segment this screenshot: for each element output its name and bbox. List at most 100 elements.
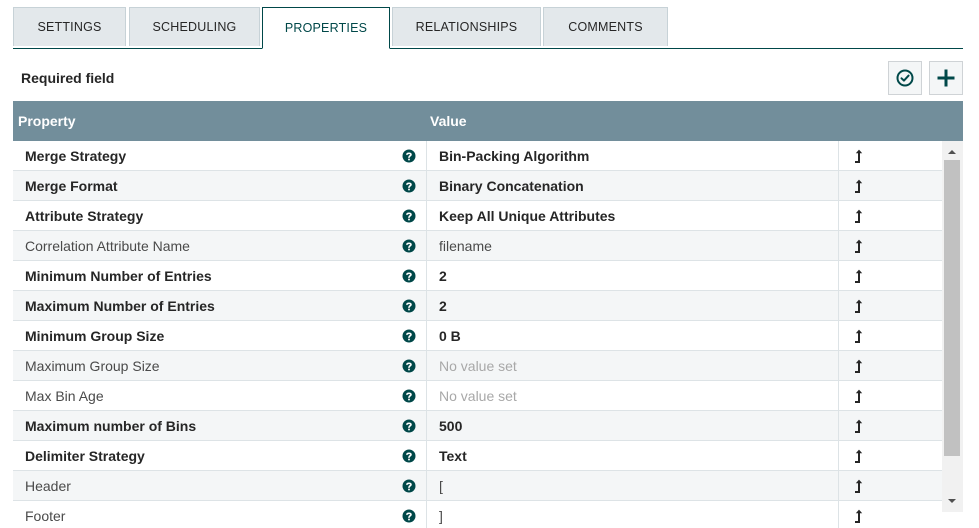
scroll-up-arrow-icon[interactable] [947,147,957,157]
plus-icon [937,69,955,87]
table-row[interactable]: Header [ [13,471,942,501]
column-divider [426,501,427,528]
column-header-value: Value [430,113,467,129]
question-circle-icon[interactable] [402,209,416,223]
column-divider [838,501,839,528]
tab-scheduling-label: SCHEDULING [152,20,237,34]
column-divider [838,291,839,321]
column-divider [426,261,427,291]
question-circle-icon[interactable] [402,239,416,253]
tab-relationships[interactable]: RELATIONSHIPS [392,7,541,46]
vertical-scrollbar[interactable] [942,141,963,512]
tab-relationships-label: RELATIONSHIPS [415,20,518,34]
go-to-arrow-icon[interactable] [853,298,865,314]
property-value[interactable]: No value set [439,358,517,374]
go-to-arrow-icon[interactable] [853,148,865,164]
column-divider [838,141,839,171]
column-divider [426,471,427,501]
question-circle-icon[interactable] [402,269,416,283]
add-property-button[interactable] [929,61,963,95]
go-to-arrow-icon[interactable] [853,508,865,524]
go-to-arrow-icon[interactable] [853,448,865,464]
question-circle-icon[interactable] [402,479,416,493]
table-row[interactable]: Maximum Number of Entries 2 [13,291,942,321]
properties-table-header: Property Value [13,101,963,141]
table-row[interactable]: Correlation Attribute Name filename [13,231,942,261]
question-circle-icon[interactable] [402,179,416,193]
property-value[interactable]: 0 B [439,328,461,344]
table-row[interactable]: Delimiter Strategy Text [13,441,942,471]
table-row[interactable]: Merge Strategy Bin-Packing Algorithm [13,141,942,171]
tab-scheduling[interactable]: SCHEDULING [129,7,260,46]
property-value[interactable]: 500 [439,418,462,434]
tab-comments[interactable]: COMMENTS [543,7,668,46]
table-row[interactable]: Minimum Group Size 0 B [13,321,942,351]
go-to-arrow-icon[interactable] [853,418,865,434]
question-circle-icon[interactable] [402,149,416,163]
property-name: Delimiter Strategy [25,448,145,464]
property-name: Footer [25,508,66,524]
property-name: Header [25,478,71,494]
column-divider [838,351,839,381]
table-row[interactable]: Attribute Strategy Keep All Unique Attri… [13,201,942,231]
question-circle-icon[interactable] [402,389,416,403]
question-circle-icon[interactable] [402,329,416,343]
scroll-down-arrow-icon[interactable] [947,496,957,506]
property-value[interactable]: [ [439,478,443,494]
column-divider [426,321,427,351]
question-circle-icon[interactable] [402,419,416,433]
question-circle-icon[interactable] [402,449,416,463]
property-name: Correlation Attribute Name [25,238,190,254]
column-divider [838,201,839,231]
table-row[interactable]: Minimum Number of Entries 2 [13,261,942,291]
question-circle-icon[interactable] [402,359,416,373]
check-circle-icon [896,69,914,87]
table-row[interactable]: Footer ] [13,501,942,528]
table-row[interactable]: Maximum Group Size No value set [13,351,942,381]
property-value[interactable]: No value set [439,388,517,404]
column-divider [426,351,427,381]
column-divider [838,231,839,261]
go-to-arrow-icon[interactable] [853,238,865,254]
column-divider [426,441,427,471]
column-divider [426,201,427,231]
go-to-arrow-icon[interactable] [853,178,865,194]
go-to-arrow-icon[interactable] [853,478,865,494]
column-divider [426,171,427,201]
property-name: Maximum Number of Entries [25,298,215,314]
column-divider [838,441,839,471]
verify-properties-button[interactable] [888,61,922,95]
scrollbar-thumb[interactable] [944,160,960,456]
column-divider [838,321,839,351]
column-divider [426,291,427,321]
property-value[interactable]: 2 [439,298,447,314]
table-row[interactable]: Maximum number of Bins 500 [13,411,942,441]
go-to-arrow-icon[interactable] [853,358,865,374]
go-to-arrow-icon[interactable] [853,208,865,224]
column-divider [426,381,427,411]
tab-settings[interactable]: SETTINGS [13,7,126,46]
properties-table-body: Merge Strategy Bin-Packing Algorithm Mer… [13,141,942,528]
property-value[interactable]: filename [439,238,492,254]
go-to-arrow-icon[interactable] [853,388,865,404]
property-name: Minimum Group Size [25,328,165,344]
tab-comments-label: COMMENTS [568,20,643,34]
property-value[interactable]: Bin-Packing Algorithm [439,148,589,164]
question-circle-icon[interactable] [402,509,416,523]
property-value[interactable]: ] [439,508,443,524]
property-value[interactable]: 2 [439,268,447,284]
required-field-label: Required field [21,70,115,86]
column-header-property: Property [18,113,76,129]
property-name: Attribute Strategy [25,208,144,224]
property-value[interactable]: Binary Concatenation [439,178,584,194]
column-divider [426,411,427,441]
question-circle-icon[interactable] [402,299,416,313]
tab-properties[interactable]: PROPERTIES [262,7,390,49]
go-to-arrow-icon[interactable] [853,328,865,344]
property-value[interactable]: Text [439,448,467,464]
property-value[interactable]: Keep All Unique Attributes [439,208,615,224]
go-to-arrow-icon[interactable] [853,268,865,284]
tab-settings-label: SETTINGS [37,20,102,34]
table-row[interactable]: Merge Format Binary Concatenation [13,171,942,201]
table-row[interactable]: Max Bin Age No value set [13,381,942,411]
